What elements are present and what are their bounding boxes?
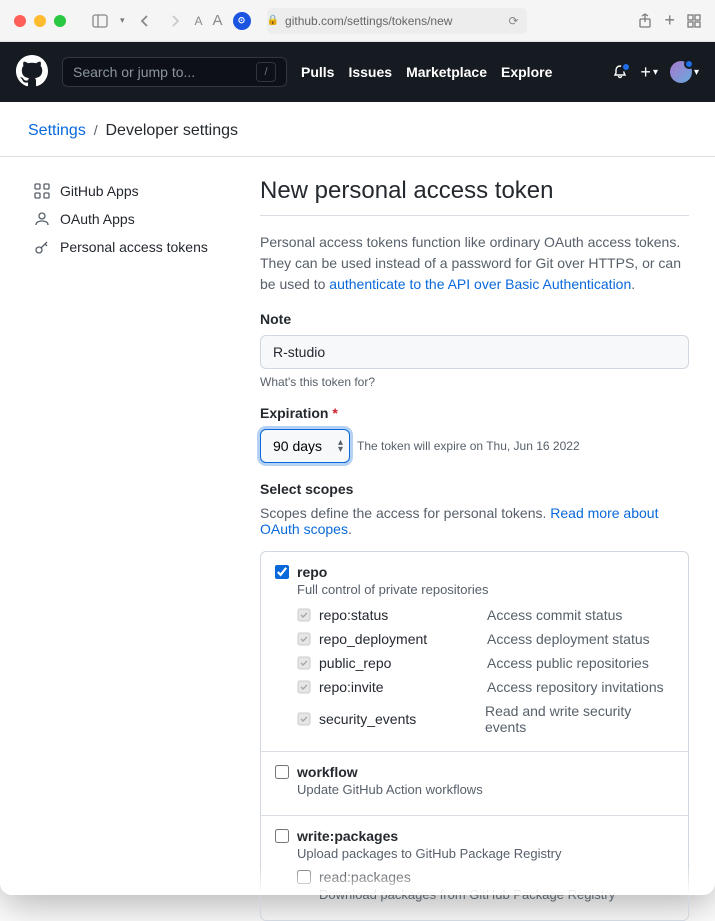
checked-disabled-icon: [297, 608, 311, 622]
scope-desc: Full control of private repositories: [297, 582, 674, 597]
text-size-large-icon[interactable]: A: [213, 12, 223, 29]
apps-icon: [34, 183, 50, 199]
slash-key-icon: /: [256, 62, 276, 82]
search-input[interactable]: Search or jump to... /: [62, 57, 287, 87]
breadcrumb-current: Developer settings: [105, 122, 238, 139]
scope-row: public_repo Access public repositories: [297, 651, 674, 675]
scope-row: repo:status Access commit status: [297, 603, 674, 627]
sidebar-item-label: Personal access tokens: [60, 239, 208, 255]
sidebar-item-label: GitHub Apps: [60, 183, 139, 199]
window-controls: [14, 15, 66, 27]
nav-explore[interactable]: Explore: [501, 64, 552, 80]
expiration-hint: The token will expire on Thu, Jun 16 202…: [357, 439, 580, 453]
notification-dot-icon: [621, 62, 631, 72]
checked-disabled-icon: [297, 712, 311, 726]
url-bar[interactable]: 🔒 github.com/settings/tokens/new ⟳: [267, 8, 527, 34]
scope-group-write-packages: write:packages Upload packages to GitHub…: [261, 816, 688, 920]
sidebar-item-label: OAuth Apps: [60, 211, 135, 227]
new-tab-icon[interactable]: +: [664, 10, 675, 31]
minimize-window-icon[interactable]: [34, 15, 46, 27]
url-text: github.com/settings/tokens/new: [285, 14, 452, 28]
forward-button[interactable]: [165, 11, 185, 31]
scope-checkbox-repo[interactable]: [275, 565, 289, 579]
tabs-overview-icon[interactable]: [687, 14, 701, 28]
share-icon[interactable]: [638, 13, 652, 29]
page-title: New personal access token: [260, 177, 689, 216]
sidebar-item-oauth-apps[interactable]: OAuth Apps: [26, 205, 236, 233]
note-input[interactable]: [260, 335, 689, 369]
sidebar-toggle-icon[interactable]: [90, 11, 110, 31]
main-content: New personal access token Personal acces…: [260, 177, 689, 921]
expiration-label: Expiration *: [260, 405, 689, 421]
maximize-window-icon[interactable]: [54, 15, 66, 27]
create-new-dropdown[interactable]: +▾: [640, 62, 658, 83]
text-size-small-icon[interactable]: A: [195, 14, 203, 28]
scopes-description: Scopes define the access for personal to…: [260, 505, 689, 537]
scopes-table: repo Full control of private repositorie…: [260, 551, 689, 921]
scope-checkbox-workflow[interactable]: [275, 765, 289, 779]
scope-checkbox-read-packages[interactable]: [297, 870, 311, 884]
notifications-icon[interactable]: [612, 64, 628, 80]
breadcrumb-sep: /: [94, 122, 98, 138]
close-window-icon[interactable]: [14, 15, 26, 27]
user-menu[interactable]: ▾: [670, 61, 699, 83]
settings-sidebar: GitHub Apps OAuth Apps Personal access t…: [26, 177, 236, 921]
scope-name: workflow: [297, 764, 358, 780]
scope-group-repo: repo Full control of private repositorie…: [261, 552, 688, 752]
person-icon: [34, 211, 50, 227]
github-logo-icon[interactable]: [16, 55, 48, 90]
link-api-auth[interactable]: authenticate to the API over Basic Authe…: [329, 276, 631, 292]
nav-issues[interactable]: Issues: [348, 64, 392, 80]
password-extension-icon[interactable]: ⊙: [233, 12, 251, 30]
note-label: Note: [260, 311, 689, 327]
back-button[interactable]: [135, 11, 155, 31]
github-header: Search or jump to... / Pulls Issues Mark…: [0, 42, 715, 102]
scope-checkbox-write-packages[interactable]: [275, 829, 289, 843]
scope-name: write:packages: [297, 828, 398, 844]
search-placeholder: Search or jump to...: [73, 64, 195, 80]
browser-chrome: ▾ A A ⊙ 🔒 github.com/settings/tokens/new…: [0, 0, 715, 42]
chevron-down-icon[interactable]: ▾: [120, 15, 125, 26]
scope-group-workflow: workflow Update GitHub Action workflows: [261, 752, 688, 816]
avatar-icon: [670, 61, 692, 83]
scope-row: security_events Read and write security …: [297, 699, 674, 739]
sidebar-item-personal-access-tokens[interactable]: Personal access tokens: [26, 233, 236, 261]
breadcrumb-settings[interactable]: Settings: [28, 122, 86, 139]
note-hint: What's this token for?: [260, 375, 689, 389]
scope-desc: Upload packages to GitHub Package Regist…: [297, 846, 674, 861]
nav-marketplace[interactable]: Marketplace: [406, 64, 487, 80]
checked-disabled-icon: [297, 656, 311, 670]
reload-icon[interactable]: ⟳: [509, 14, 527, 28]
scope-row: repo:invite Access repository invitation…: [297, 675, 674, 699]
key-icon: [34, 239, 50, 255]
primary-nav: Pulls Issues Marketplace Explore: [301, 64, 552, 80]
scope-desc: Update GitHub Action workflows: [297, 782, 674, 797]
breadcrumb: Settings / Developer settings: [0, 102, 715, 157]
lock-icon: 🔒: [267, 15, 279, 26]
expiration-select[interactable]: 90 days: [260, 429, 350, 463]
scope-name: read:packages: [319, 869, 411, 885]
checked-disabled-icon: [297, 632, 311, 646]
scope-name: repo: [297, 564, 327, 580]
checked-disabled-icon: [297, 680, 311, 694]
page-description: Personal access tokens function like ord…: [260, 232, 689, 295]
scope-row: repo_deployment Access deployment status: [297, 627, 674, 651]
nav-pulls[interactable]: Pulls: [301, 64, 334, 80]
sidebar-item-github-apps[interactable]: GitHub Apps: [26, 177, 236, 205]
scopes-heading: Select scopes: [260, 481, 689, 497]
